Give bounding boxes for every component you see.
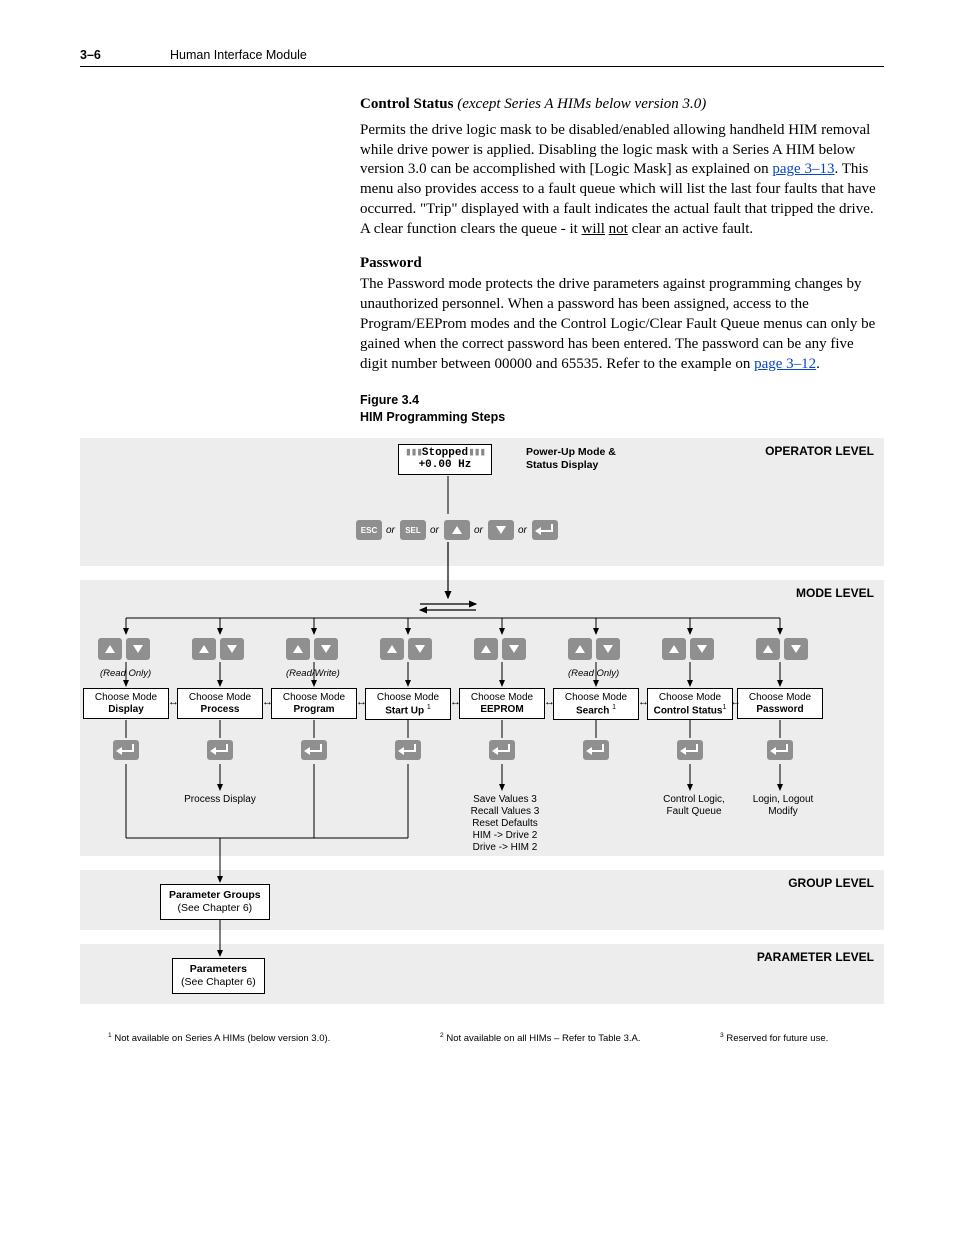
box-parameter-groups: Parameter Groups(See Chapter 6) <box>160 884 270 920</box>
detail-control-status: Control Logic, Fault Queue <box>654 794 734 818</box>
mode-display: Choose ModeDisplay <box>83 688 169 719</box>
key-down <box>488 520 514 540</box>
key-sel: SEL <box>400 520 426 540</box>
page-number: 3–6 <box>80 48 170 62</box>
mode-search: Choose ModeSearch 1 <box>553 688 639 720</box>
lcd-display: ▮▮▮Stopped▮▮▮ +0.00 Hz <box>398 444 492 475</box>
link-page-3-13[interactable]: page 3–13 <box>772 161 834 177</box>
lcd-label: Power-Up Mode & Status Display <box>526 446 636 471</box>
control-status-paragraph: Permits the drive logic mask to be disab… <box>360 121 884 240</box>
key-up <box>444 520 470 540</box>
mode-process: Choose ModeProcess <box>177 688 263 719</box>
dbl-arrow-icon: ↔ <box>168 696 179 708</box>
mode-startup: Choose ModeStart Up 1 <box>365 688 451 720</box>
figure-caption: Figure 3.4 HIM Programming Steps <box>360 392 884 426</box>
label-operator-level: OPERATOR LEVEL <box>765 444 874 458</box>
key-up-icon <box>98 638 122 660</box>
mode-password: Choose ModePassword <box>737 688 823 719</box>
body-text: Control Status (except Series A HIMs bel… <box>360 95 884 426</box>
note-read-only-2: (Read Only) <box>568 668 619 679</box>
footnote-1: 1 Not available on Series A HIMs (below … <box>108 1032 330 1044</box>
note-read-only-1: (Read Only) <box>100 668 151 679</box>
mode-control-status: Choose ModeControl Status1 <box>647 688 733 720</box>
control-status-qualifier: (except Series A HIMs below version 3.0) <box>457 96 706 112</box>
detail-password: Login, Logout Modify <box>740 794 826 818</box>
page-header: 3–6 Human Interface Module <box>80 48 884 67</box>
key-enter-icon <box>113 740 139 760</box>
key-esc: ESC <box>356 520 382 540</box>
mode-eeprom: Choose ModeEEPROM <box>459 688 545 719</box>
footnote-2: 2 Not available on all HIMs – Refer to T… <box>440 1032 641 1044</box>
label-mode-level: MODE LEVEL <box>796 586 874 600</box>
box-parameters: Parameters(See Chapter 6) <box>172 958 265 994</box>
control-status-heading: Control Status <box>360 96 454 112</box>
key-down-icon <box>126 638 150 660</box>
link-page-3-12[interactable]: page 3–12 <box>754 356 816 372</box>
password-heading: Password <box>360 254 884 274</box>
him-programming-diagram: OPERATOR LEVEL MODE LEVEL GROUP LEVEL PA… <box>80 438 884 1058</box>
section-title: Human Interface Module <box>170 48 884 62</box>
mode-program: Choose ModeProgram <box>271 688 357 719</box>
detail-process: Process Display <box>180 794 260 806</box>
label-group-level: GROUP LEVEL <box>788 876 874 890</box>
password-paragraph: The Password mode protects the drive par… <box>360 275 884 374</box>
key-enter <box>532 520 558 540</box>
note-read-write: (Read/Write) <box>286 668 340 679</box>
detail-eeprom: Save Values 3 Recall Values 3 Reset Defa… <box>460 794 550 854</box>
page: 3–6 Human Interface Module Control Statu… <box>0 0 954 1098</box>
footnote-3: 3 Reserved for future use. <box>720 1032 828 1044</box>
label-parameter-level: PARAMETER LEVEL <box>757 950 874 964</box>
